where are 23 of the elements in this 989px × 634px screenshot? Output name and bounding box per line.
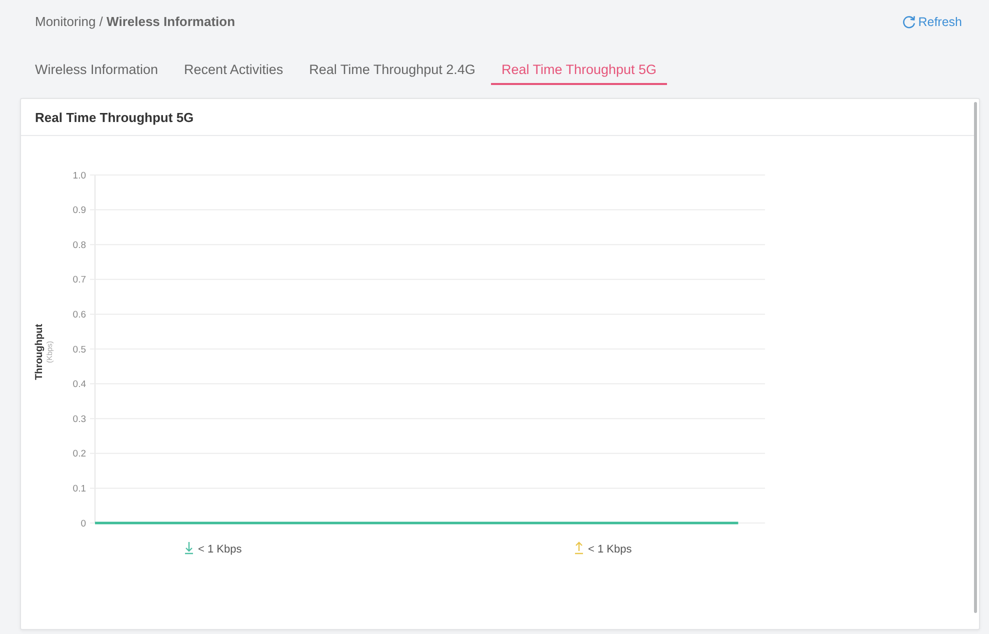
tab[interactable]: Real Time Throughput 5G xyxy=(491,56,667,85)
y-tick-label: 0.1 xyxy=(72,484,86,495)
panel-title: Real Time Throughput 5G xyxy=(21,99,974,136)
y-tick-label: 0.5 xyxy=(72,344,86,356)
tab[interactable]: Wireless Information xyxy=(25,56,168,85)
tab[interactable]: Recent Activities xyxy=(174,56,294,85)
y-tick-label: 0.4 xyxy=(72,379,86,390)
legend-label: < 1 Kbps xyxy=(198,544,242,556)
tab[interactable]: Real Time Throughput 2.4G xyxy=(299,56,486,85)
y-tick-label: 0.8 xyxy=(72,240,86,251)
y-tick-label: 0.3 xyxy=(72,414,86,425)
refresh-icon[interactable] xyxy=(902,15,916,29)
y-tick-label: 1.0 xyxy=(72,170,86,182)
breadcrumb: Monitoring / Wireless Information xyxy=(35,14,236,30)
y-tick-label: 0.6 xyxy=(72,310,86,321)
scrollbar[interactable] xyxy=(974,102,977,613)
legend-label: < 1 Kbps xyxy=(588,544,632,556)
y-axis-title: Throughput xyxy=(34,324,45,380)
refresh-link[interactable]: Refresh xyxy=(902,14,962,30)
y-tick-label: 0.7 xyxy=(72,274,86,286)
y-tick-label: 0.2 xyxy=(72,448,86,460)
y-tick-label: 0 xyxy=(80,518,86,530)
y-tick-label: 0.9 xyxy=(72,205,86,216)
